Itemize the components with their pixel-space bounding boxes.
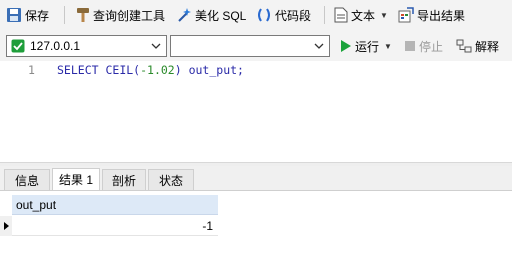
beautify-sql-button[interactable]: 美化 SQL [176, 3, 246, 27]
text-button[interactable]: 文本 ▼ [334, 3, 388, 27]
export-results-button[interactable]: 导出结果 [398, 3, 465, 27]
database-select[interactable] [170, 35, 330, 57]
sql-keyword: SELECT [57, 63, 99, 77]
magic-wand-icon [178, 8, 191, 22]
current-row-arrow-icon [4, 222, 9, 230]
document-icon [334, 7, 348, 23]
tab-info[interactable]: 信息 [4, 169, 50, 190]
hammer-icon [77, 8, 89, 22]
line-number: 1 [28, 63, 35, 77]
run-label: 运行 [355, 39, 380, 54]
stop-button[interactable]: 停止 [404, 34, 443, 58]
chevron-down-icon [151, 43, 161, 49]
result-tabbar: 信息 结果 1 剖析 状态 [0, 166, 512, 191]
connection-select[interactable]: 127.0.0.1 [6, 35, 167, 57]
beautify-sql-label: 美化 SQL [195, 8, 247, 23]
sql-rest: ) out_put; [174, 63, 244, 77]
row-indicator[interactable] [0, 216, 12, 236]
run-button[interactable]: 运行 ▼ [338, 34, 392, 58]
tab-result-1[interactable]: 结果 1 [52, 168, 100, 190]
export-icon [398, 7, 414, 23]
code-snippet-button[interactable]: 代码段 [256, 3, 311, 27]
save-button[interactable]: 保存 [6, 3, 49, 27]
main-toolbar: 保存 查询创建工具 美化 SQL 代码段 文本 ▼ 导出结果 [0, 0, 512, 31]
code-snippet-label: 代码段 [275, 8, 312, 23]
table-cell[interactable]: -1 [12, 216, 218, 236]
stop-label: 停止 [419, 39, 444, 54]
chevron-down-icon [314, 43, 324, 49]
line-number-gutter: 1 [0, 61, 40, 162]
stop-icon [405, 41, 415, 51]
explain-label: 解释 [475, 39, 500, 54]
column-header[interactable]: out_put [12, 195, 218, 215]
connection-value: 127.0.0.1 [30, 39, 81, 53]
explain-icon [456, 39, 472, 53]
chevron-down-icon: ▼ [380, 10, 388, 20]
sql-editor[interactable]: 1 SELECT CEIL(-1.02) out_put; [0, 61, 512, 162]
query-builder-label: 查询创建工具 [93, 8, 166, 23]
connection-icon [11, 39, 25, 53]
parentheses-icon [258, 8, 270, 22]
toolbar-separator [64, 6, 65, 24]
query-builder-button[interactable]: 查询创建工具 [76, 3, 165, 27]
chevron-down-icon[interactable]: ▼ [384, 42, 392, 51]
sql-function: CEIL( [105, 63, 141, 77]
save-label: 保存 [25, 8, 50, 23]
connection-toolbar: 127.0.0.1 运行 ▼ 停止 解释 [0, 31, 512, 62]
tab-profile[interactable]: 剖析 [102, 169, 146, 190]
play-icon [341, 40, 351, 52]
save-icon [7, 8, 21, 22]
text-label: 文本 [351, 8, 376, 23]
export-results-label: 导出结果 [417, 8, 466, 23]
tab-status[interactable]: 状态 [148, 169, 194, 190]
sql-number: -1.02 [140, 63, 175, 77]
toolbar-separator [324, 6, 325, 24]
result-grid: out_put -1 [0, 191, 512, 259]
sql-line: SELECT CEIL(-1.02) out_put; [57, 63, 244, 77]
explain-button[interactable]: 解释 [456, 34, 499, 58]
